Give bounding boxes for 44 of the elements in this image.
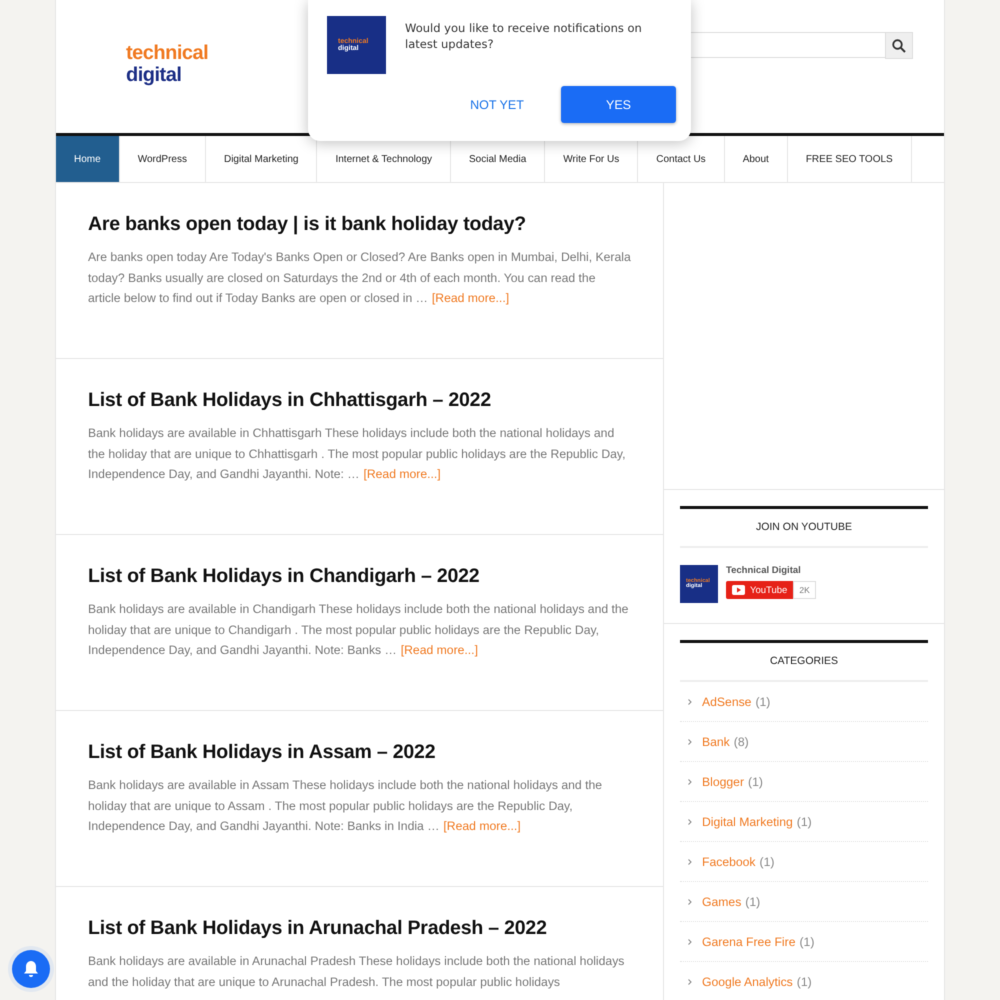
nav-tab[interactable]: About [724, 136, 788, 182]
subscriber-count: 2K [793, 581, 816, 599]
chevron-icon [688, 898, 692, 904]
category-count: (1) [755, 694, 770, 708]
category-count: (1) [796, 814, 812, 828]
category-count: (1) [748, 774, 763, 788]
chevron-icon [688, 778, 692, 784]
youtube-subscribe-button[interactable]: YouTube [726, 581, 794, 599]
post-excerpt: Bank holidays are available in Chhattisgarh These holidays include both the national holidays and the holiday that are unique to Chhattisgarh . The most popular public holidays are the Republic Day, Independence Day, and Gandhi Jayanthi. Note: … [Read more...] [88, 425, 626, 483]
chevron-icon [688, 738, 692, 744]
post-title[interactable]: List of Bank Holidays in Assam – 2022 [88, 737, 631, 767]
bell-icon [23, 960, 39, 978]
category-count: (1) [760, 854, 774, 868]
nav-tab[interactable]: FREE SEO TOOLS [788, 136, 912, 182]
play-icon [732, 585, 745, 595]
chevron-icon [688, 938, 692, 944]
notification-bell-button[interactable] [12, 950, 50, 988]
chevron-icon [688, 978, 692, 984]
chevron-icon [688, 858, 692, 864]
chevron-icon [688, 698, 692, 704]
allow-button[interactable]: YES [561, 86, 676, 123]
post-title[interactable]: List of Bank Holidays in Arunachal Pradesh – 2022 [88, 913, 631, 943]
notification-message: Would you like to receive notifications on latest updates? [405, 20, 643, 53]
post-excerpt: Bank holidays are available in Chandigarh These holidays include both the national holidays and the holiday that are unique to Chandigarh . The most popular public holidays are the Republic Day, Independence Day, and Gandhi Jayanthi. Note: Banks … [Read more...] [88, 601, 630, 659]
category-count: (1) [745, 894, 760, 908]
widget-title: CATEGORIES [680, 640, 928, 682]
post-title[interactable]: List of Bank Holidays in Chhattisgarh – 2022 [88, 385, 631, 415]
nav-tab[interactable]: WordPress [120, 136, 206, 182]
search-button[interactable] [885, 32, 913, 59]
search-icon [892, 38, 906, 52]
category-count: (8) [734, 734, 749, 748]
category-count: (1) [796, 974, 812, 988]
post-title[interactable]: List of Bank Holidays in Chandigarh – 2022 [88, 561, 631, 591]
chevron-icon [688, 818, 692, 824]
category-count: (1) [799, 934, 814, 948]
widget-title: JOIN ON YOUTUBE [680, 506, 928, 548]
post-title[interactable]: Are banks open today | is it bank holiday today? [88, 209, 631, 239]
post-excerpt: Are banks open today Are Today's Banks Open or Closed? Are Banks open in Mumbai, Delhi, Kerala today? Banks usually are closed on Saturdays the 2nd or 4th of each month. You can read the article below to find out if Today Banks are open or closed in … [Read more...] [88, 249, 631, 307]
post-excerpt: Bank holidays are available in Arunachal Pradesh These holidays include both the national holidays and the holiday that are unique to Arunachal Pradesh. The most popular public holidays [88, 953, 626, 990]
site-logo[interactable]: technical digital [126, 42, 208, 86]
nav-tab[interactable]: Home [56, 136, 120, 182]
post-excerpt: Bank holidays are available in Assam These holidays include both the national holidays and the holiday that are unique to Assam . The most popular public holidays are the Republic Day, Independence Day, and Gandhi Jayanthi. Note: Banks in India … [Read more...] [88, 777, 604, 835]
channel-name: Technical Digital [726, 565, 802, 576]
dismiss-button[interactable]: NOT YET [445, 86, 549, 123]
